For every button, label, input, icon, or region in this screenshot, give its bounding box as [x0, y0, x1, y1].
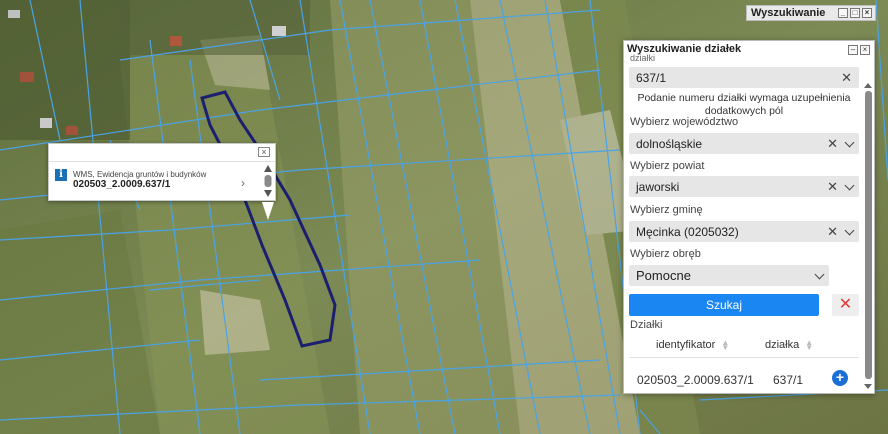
clear-voivodeship-icon[interactable]: ✕ [827, 136, 838, 152]
add-plus-icon[interactable]: + [832, 370, 848, 386]
column-header-plot[interactable]: działka ▲ ▼ [765, 339, 813, 352]
scroll-down-icon[interactable] [864, 384, 872, 389]
plot-number-input[interactable]: 637/1 ✕ [629, 67, 859, 88]
popup-close-icon[interactable]: × [258, 147, 270, 157]
column-header-id-label: identyfikator [656, 339, 716, 351]
popup-scrollbar[interactable] [262, 162, 274, 222]
map-info-popup: × i WMS, Ewidencja gruntów i budynków 02… [48, 143, 276, 201]
plot-number-value: 637/1 [636, 70, 667, 85]
search-window-header[interactable]: Wyszukiwanie _ □ × [746, 5, 876, 21]
info-note-line1: Podanie numeru działki wymaga uzupełnien… [637, 92, 851, 104]
sort-icon[interactable]: ▲ ▼ [805, 339, 813, 352]
popup-pointer [262, 202, 274, 220]
clear-commune-icon[interactable]: ✕ [827, 224, 838, 240]
clear-county-icon[interactable]: ✕ [827, 179, 838, 195]
plot-label-partial: działki [630, 53, 656, 63]
sort-icon[interactable]: ▲ ▼ [721, 339, 729, 352]
result-row-plot[interactable]: 637/1 [773, 373, 803, 387]
results-label: Działki [630, 319, 663, 331]
voivodeship-value: dolnośląskie [636, 136, 703, 151]
search-button[interactable]: Szukaj [629, 294, 819, 316]
precinct-select[interactable]: Pomocne [629, 265, 829, 286]
chevron-right-icon[interactable]: › [241, 176, 245, 190]
precinct-label: Wybierz obręb [630, 248, 701, 260]
info-icon: i [55, 169, 67, 181]
commune-value: Męcinka (0205032) [636, 224, 739, 239]
voivodeship-select[interactable]: dolnośląskie ✕ [629, 133, 859, 154]
scroll-up-icon[interactable] [864, 83, 872, 88]
chevron-down-icon[interactable] [844, 180, 855, 191]
popup-plot-id[interactable]: 020503_2.0009.637/1 [73, 179, 170, 190]
popup-layer-name: WMS, Ewidencja gruntów i budynków [73, 170, 207, 179]
popup-divider [49, 161, 275, 162]
result-row-id[interactable]: 020503_2.0009.637/1 [637, 373, 754, 387]
maximize-icon[interactable]: □ [850, 8, 860, 18]
scroll-down-icon[interactable] [264, 190, 272, 197]
search-window-title: Wyszukiwanie [751, 7, 826, 19]
chevron-down-icon[interactable] [844, 137, 855, 148]
scroll-thumb[interactable] [865, 91, 872, 379]
column-header-plot-label: działka [765, 339, 800, 351]
clear-plot-icon[interactable]: ✕ [841, 70, 852, 86]
scroll-thumb[interactable] [264, 175, 272, 187]
close-icon[interactable]: × [862, 8, 872, 18]
commune-select[interactable]: Męcinka (0205032) ✕ [629, 221, 859, 242]
scroll-up-icon[interactable] [264, 165, 272, 172]
county-value: jaworski [636, 179, 680, 194]
panel-scrollbar[interactable] [863, 83, 873, 389]
chevron-down-icon[interactable] [844, 225, 855, 236]
clear-button[interactable]: ✕ [832, 294, 859, 316]
chevron-down-icon[interactable] [814, 269, 825, 280]
table-divider [629, 357, 859, 358]
county-label: Wybierz powiat [630, 160, 705, 172]
plot-search-panel: Wyszukiwanie działek – × działki 637/1 ✕… [623, 40, 875, 394]
panel-close-icon[interactable]: × [860, 45, 870, 55]
commune-label: Wybierz gminę [630, 204, 703, 216]
county-select[interactable]: jaworski ✕ [629, 176, 859, 197]
info-note: Podanie numeru działki wymaga uzupełnien… [624, 92, 864, 118]
results-table: identyfikator ▲ ▼ działka ▲ ▼ 020503_2.0009.… [629, 333, 859, 393]
precinct-value: Pomocne [636, 268, 691, 283]
column-header-id[interactable]: identyfikator ▲ ▼ [656, 339, 729, 352]
voivodeship-label: Wybierz województwo [630, 116, 739, 128]
minimize-icon[interactable]: _ [838, 8, 848, 18]
panel-minimize-icon[interactable]: – [848, 45, 858, 55]
